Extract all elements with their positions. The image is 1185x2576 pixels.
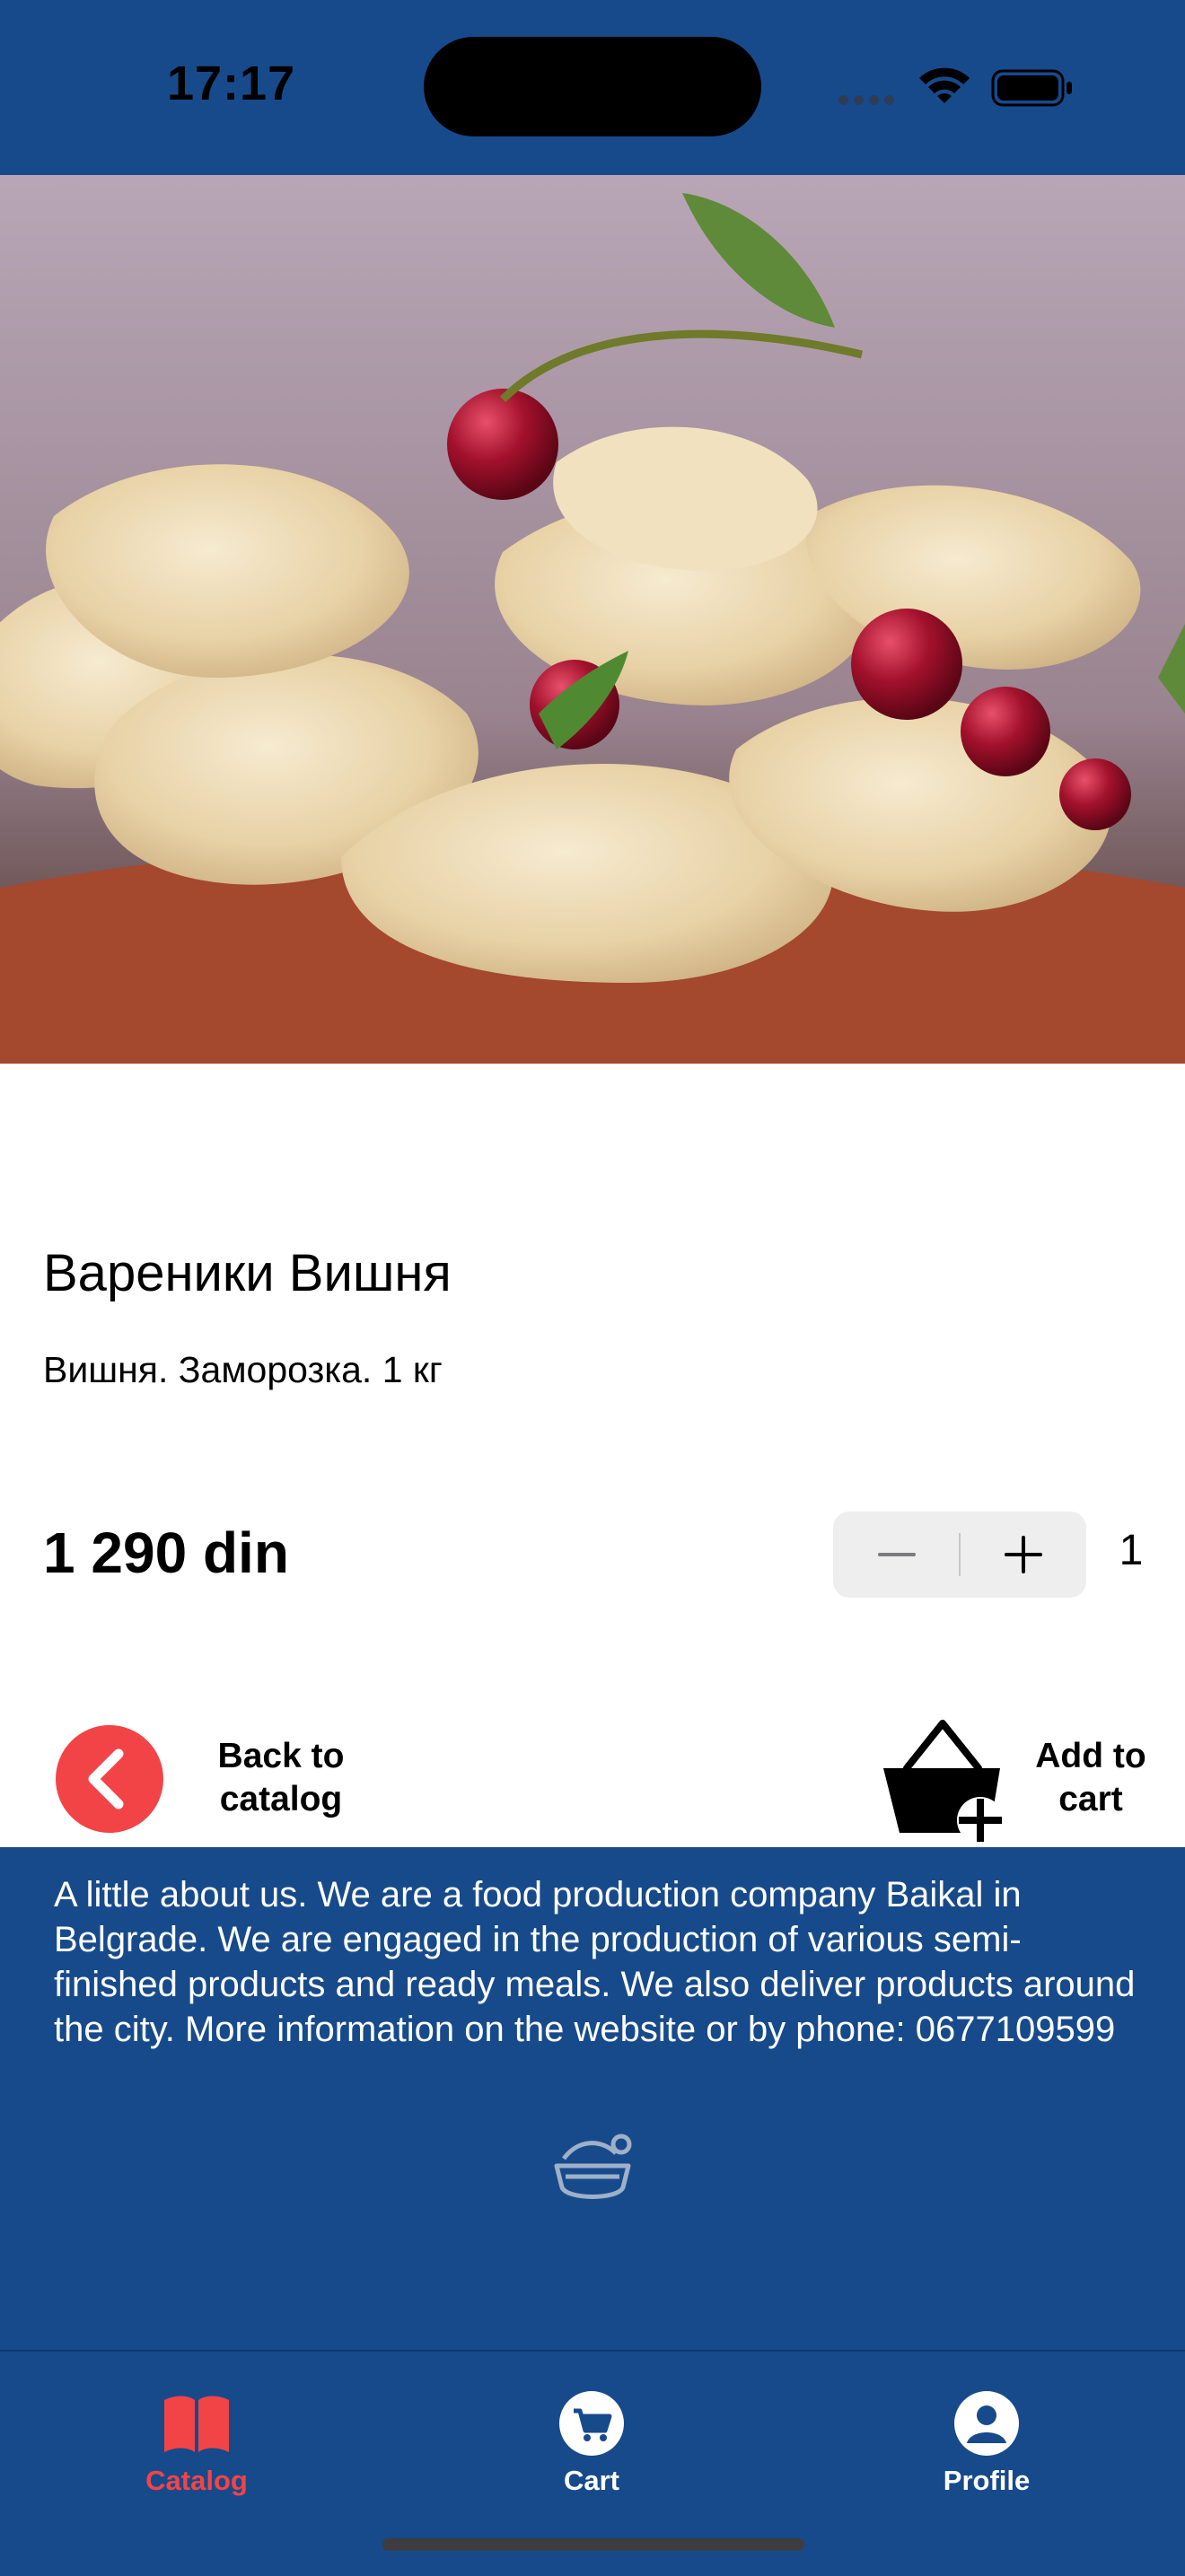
basket-add-icon: [883, 1720, 1004, 1844]
increment-button[interactable]: [960, 1511, 1086, 1598]
tab-profile[interactable]: Profile: [879, 2370, 1094, 2496]
tab-profile-label: Profile: [943, 2465, 1031, 2496]
about-section: A little about us. We are a food product…: [0, 1847, 1185, 2350]
bowl-icon: [554, 2134, 632, 2199]
product-price: 1 290 din: [43, 1520, 289, 1585]
back-to-catalog-label: Back to catalog: [217, 1737, 345, 1818]
decrement-button[interactable]: [833, 1511, 960, 1598]
add-to-cart-label: Add to cart: [1035, 1737, 1146, 1818]
product-image: [0, 175, 1185, 1064]
tab-cart-label: Cart: [563, 2465, 619, 2496]
tab-cart[interactable]: Cart: [484, 2370, 699, 2496]
back-to-catalog-button[interactable]: Back to catalog: [52, 1723, 344, 1835]
add-to-cart-button[interactable]: Add to cart: [880, 1720, 1167, 1845]
wifi-icon: [919, 67, 970, 103]
dynamic-island: [424, 37, 761, 136]
book-icon: [164, 2396, 229, 2452]
battery-icon: [991, 69, 1072, 107]
about-text: A little about us. We are a food product…: [54, 1875, 1136, 2049]
status-time: 17:17: [167, 57, 296, 110]
plus-icon: [1005, 1536, 1042, 1573]
chevron-left-icon: [56, 1725, 163, 1833]
tab-catalog[interactable]: Catalog: [89, 2370, 304, 2496]
tab-catalog-label: Catalog: [145, 2465, 248, 2496]
product-description: Вишня. Заморозка. 1 кг: [43, 1349, 443, 1390]
quantity-stepper[interactable]: [833, 1511, 1086, 1598]
home-indicator[interactable]: [382, 2538, 804, 2551]
status-bar: 17:17: [0, 0, 1185, 175]
quantity-value: 1: [1119, 1527, 1144, 1574]
cellular-signal-icon: [838, 93, 900, 110]
person-icon: [954, 2391, 1019, 2456]
minus-icon: [878, 1553, 916, 1556]
product-title: Вареники Вишня: [43, 1244, 452, 1302]
cart-icon: [559, 2391, 624, 2456]
